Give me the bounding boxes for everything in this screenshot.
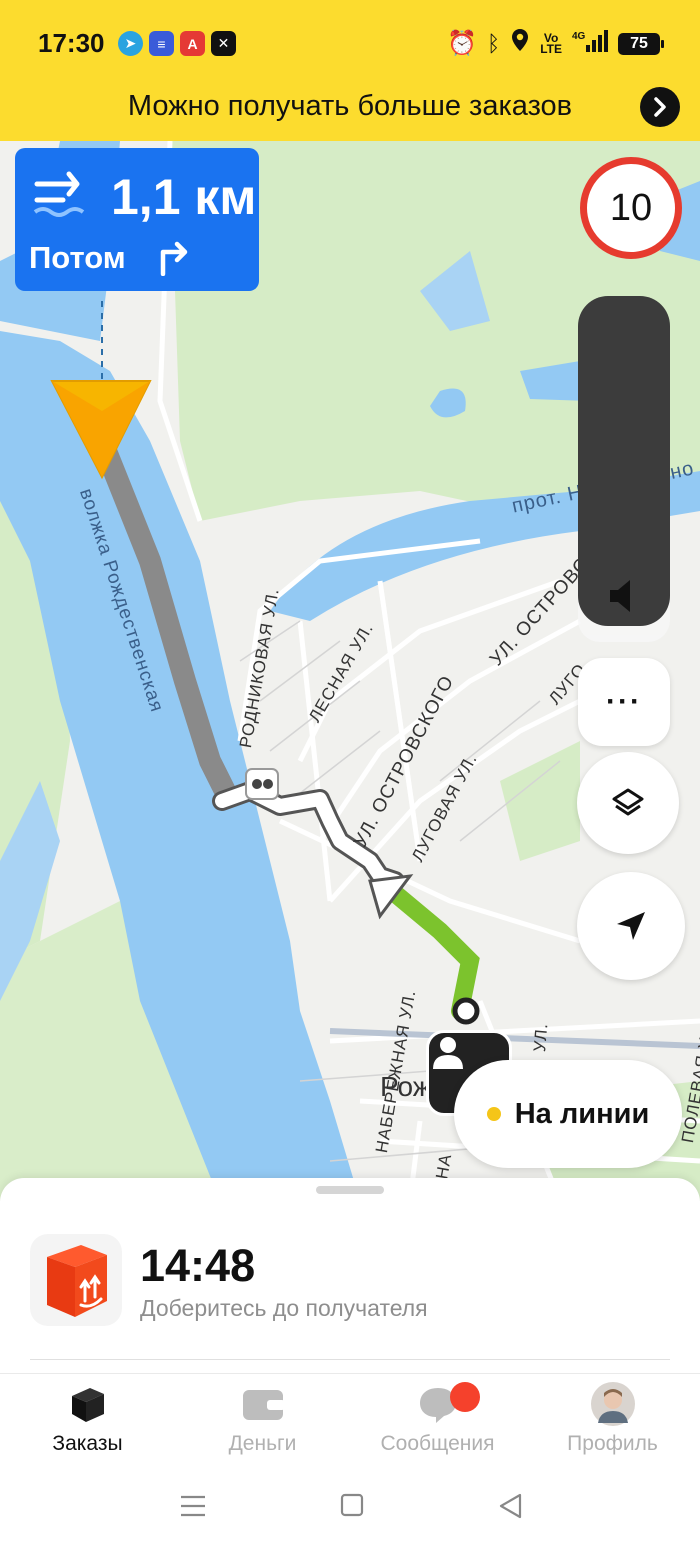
tab-messages[interactable]: Сообщения	[350, 1382, 525, 1456]
next-maneuver-label: Потом	[29, 240, 126, 275]
alarm-icon: ⏰	[447, 30, 478, 57]
wallet-icon	[242, 1390, 285, 1420]
unread-badge	[450, 1382, 480, 1412]
a-app-icon: А	[180, 31, 205, 56]
speaker-icon	[610, 580, 630, 612]
menu-icon[interactable]	[180, 1493, 206, 1519]
tab-orders[interactable]: Заказы	[0, 1382, 175, 1456]
bluetooth-icon: ᛒ	[487, 30, 501, 56]
sheet-grabber[interactable]	[316, 1186, 384, 1194]
more-options-button[interactable]: ···	[578, 658, 670, 746]
svg-text:4G: 4G	[572, 31, 586, 42]
tab-label: Профиль	[567, 1432, 658, 1455]
turn-right-icon	[160, 241, 188, 276]
back-icon[interactable]	[498, 1493, 522, 1519]
navigation-arrow-icon	[617, 912, 645, 940]
promo-arrow-button[interactable]	[640, 87, 680, 127]
home-icon[interactable]	[340, 1493, 364, 1517]
tab-profile[interactable]: Профиль	[525, 1382, 700, 1456]
online-status-label: На линии	[514, 1097, 650, 1130]
status-time: 17:30	[38, 28, 105, 58]
top-banner-area: 17:30 ➤ ≡ А ✕ ⏰ ᛒ Vo LTE 4G 75 Можно пол…	[0, 0, 700, 141]
maneuver-panel[interactable]: 1,1 км Потом	[15, 148, 259, 291]
notification-icons: ➤ ≡ А ✕	[118, 31, 236, 56]
status-dot	[486, 1107, 501, 1121]
tab-money[interactable]: Деньги	[175, 1382, 350, 1456]
delivery-box-icon	[30, 1234, 122, 1326]
layers-icon	[612, 788, 644, 816]
status-bar: 17:30 ➤ ≡ А ✕ ⏰ ᛒ Vo LTE 4G 75	[0, 0, 700, 85]
promo-banner-text[interactable]: Можно получать больше заказов	[0, 90, 700, 123]
tab-label: Сообщения	[380, 1432, 495, 1455]
orders-box-icon	[71, 1388, 104, 1422]
chevron-right-icon	[654, 97, 666, 117]
map-layers-button[interactable]	[577, 752, 679, 854]
location-icon	[510, 28, 530, 59]
online-status-toggle[interactable]: На линии	[454, 1060, 682, 1168]
notes-icon: ≡	[149, 31, 174, 56]
street-label: УЛ.	[530, 1021, 552, 1053]
tab-label: Заказы	[52, 1432, 123, 1455]
maneuver-distance: 1,1 км	[111, 169, 257, 225]
volume-slider[interactable]	[578, 296, 670, 626]
lane-merge-icon	[33, 171, 85, 217]
eta-time: 14:48	[140, 1240, 256, 1291]
divider	[30, 1359, 670, 1360]
bottom-tab-bar: Заказы Деньги Сообщения Профиль	[0, 1373, 700, 1474]
system-icons: ⏰ ᛒ Vo LTE 4G 75	[447, 28, 664, 59]
tab-label: Деньги	[228, 1432, 297, 1455]
avatar	[590, 1382, 635, 1426]
speed-limit-sign: 10	[580, 157, 682, 259]
signal-4g-icon: 4G	[572, 29, 608, 58]
volte-icon: Vo LTE	[540, 30, 562, 56]
battery-indicator: 75	[618, 32, 664, 55]
telegram-icon: ➤	[118, 31, 143, 56]
system-nav-bar	[0, 1473, 700, 1550]
my-location-button[interactable]	[577, 872, 685, 980]
close-app-icon: ✕	[211, 31, 236, 56]
task-description: Доберитесь до получателя	[140, 1295, 428, 1321]
person-icon	[433, 1037, 463, 1069]
